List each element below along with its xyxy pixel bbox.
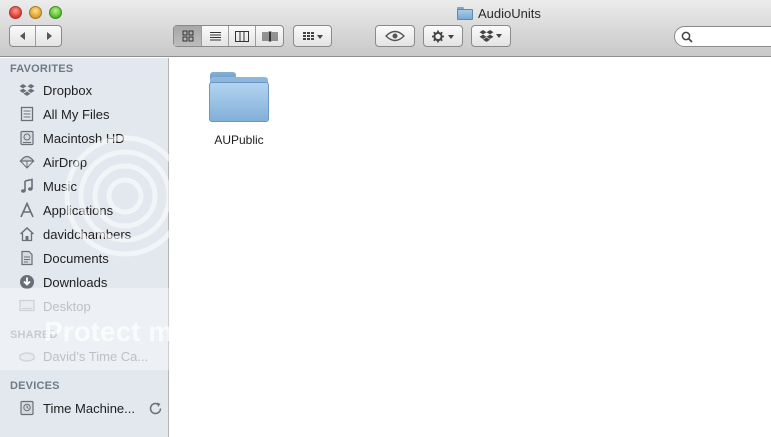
desktop-icon [18, 298, 36, 314]
downloads-icon [18, 274, 36, 290]
zoom-window-button[interactable] [49, 6, 62, 19]
dropbox-icon [479, 30, 502, 42]
music-icon [18, 178, 36, 194]
window-title: AudioUnits [457, 4, 541, 22]
search-input[interactable] [697, 30, 771, 43]
view-mode-control [173, 25, 284, 47]
sidebar-item-all-my-files[interactable]: All My Files [0, 102, 168, 126]
sidebar-item-time-machine[interactable]: Time Machine... [0, 396, 168, 420]
sidebar-item-applications[interactable]: Applications [0, 198, 168, 222]
gear-icon [432, 30, 454, 42]
folder-item[interactable]: AUPublic [204, 70, 274, 147]
sidebar-item-label: Music [43, 178, 77, 194]
favorites-header: FAVORITES [10, 63, 74, 75]
search-field[interactable] [674, 26, 771, 47]
chevron-right-icon [46, 32, 52, 40]
column-view-button[interactable] [229, 26, 256, 46]
documents-icon [18, 250, 36, 266]
back-forward-control [9, 25, 62, 47]
forward-button[interactable] [36, 26, 61, 46]
quick-look-button[interactable] [375, 25, 415, 47]
shared-header: SHARED [10, 329, 58, 341]
folder-label: AUPublic [214, 133, 264, 147]
list-view-icon [209, 31, 221, 40]
sidebar-item-documents[interactable]: Documents [0, 246, 168, 270]
sidebar-item-label: Documents [43, 250, 109, 266]
search-icon [681, 31, 693, 43]
dropbox-button[interactable] [471, 25, 511, 47]
sidebar-item-label: Downloads [43, 274, 108, 290]
coverflow-view-button[interactable] [256, 26, 283, 46]
sidebar-item-desktop[interactable]: Desktop [0, 294, 168, 318]
airdrop-icon [18, 154, 36, 170]
dropbox-icon [18, 82, 36, 98]
time-machine-icon [18, 400, 36, 416]
sidebar-item-label: Desktop [43, 298, 91, 314]
folder-icon [457, 6, 473, 20]
chevron-left-icon [19, 32, 25, 40]
sidebar-item-label: Dropbox [43, 82, 93, 98]
sidebar-item-time-capsule[interactable]: David’s Time Ca... [0, 344, 168, 368]
applications-icon [18, 202, 36, 218]
file-browser-area: AUPublic [170, 58, 771, 437]
column-view-icon [235, 30, 249, 42]
sidebar-item-label: David’s Time Ca... [43, 348, 149, 364]
coverflow-view-icon [262, 31, 277, 41]
all-files-icon [18, 106, 36, 122]
sidebar-item-label: AirDrop [43, 154, 88, 170]
sidebar-item-label: All My Files [43, 106, 110, 122]
icon-view-button[interactable] [174, 26, 202, 46]
list-view-button[interactable] [202, 26, 229, 46]
title-bar: AudioUnits [0, 0, 771, 57]
sidebar-item-music[interactable]: Music [0, 174, 168, 198]
hard-drive-icon [18, 130, 36, 146]
icon-view-icon [182, 30, 193, 42]
sidebar-item-label: Applications [43, 202, 114, 218]
arrange-icon [302, 32, 323, 40]
folder-icon [208, 70, 270, 122]
sidebar: FAVORITES Dropbox All My Files Macintosh… [0, 58, 169, 437]
sidebar-item-downloads[interactable]: Downloads [0, 270, 168, 294]
sidebar-item-dropbox[interactable]: Dropbox [0, 78, 168, 102]
sync-icon[interactable] [147, 400, 163, 416]
devices-header: DEVICES [10, 380, 60, 392]
sidebar-item-davidchambers[interactable]: davidchambers [0, 222, 168, 246]
window-title-label: AudioUnits [478, 5, 541, 21]
action-button[interactable] [423, 25, 463, 47]
home-icon [18, 226, 36, 242]
sidebar-item-label: Time Machine... [43, 400, 135, 416]
arrange-button[interactable] [293, 25, 332, 47]
sidebar-item-label: davidchambers [43, 226, 132, 242]
sidebar-item-airdrop[interactable]: AirDrop [0, 150, 168, 174]
sidebar-item-label: Macintosh HD [43, 130, 125, 146]
network-drive-icon [18, 348, 36, 364]
sidebar-item-macintosh-hd[interactable]: Macintosh HD [0, 126, 168, 150]
eye-icon [385, 30, 405, 42]
close-window-button[interactable] [9, 6, 22, 19]
minimize-window-button[interactable] [29, 6, 42, 19]
back-button[interactable] [10, 26, 36, 46]
